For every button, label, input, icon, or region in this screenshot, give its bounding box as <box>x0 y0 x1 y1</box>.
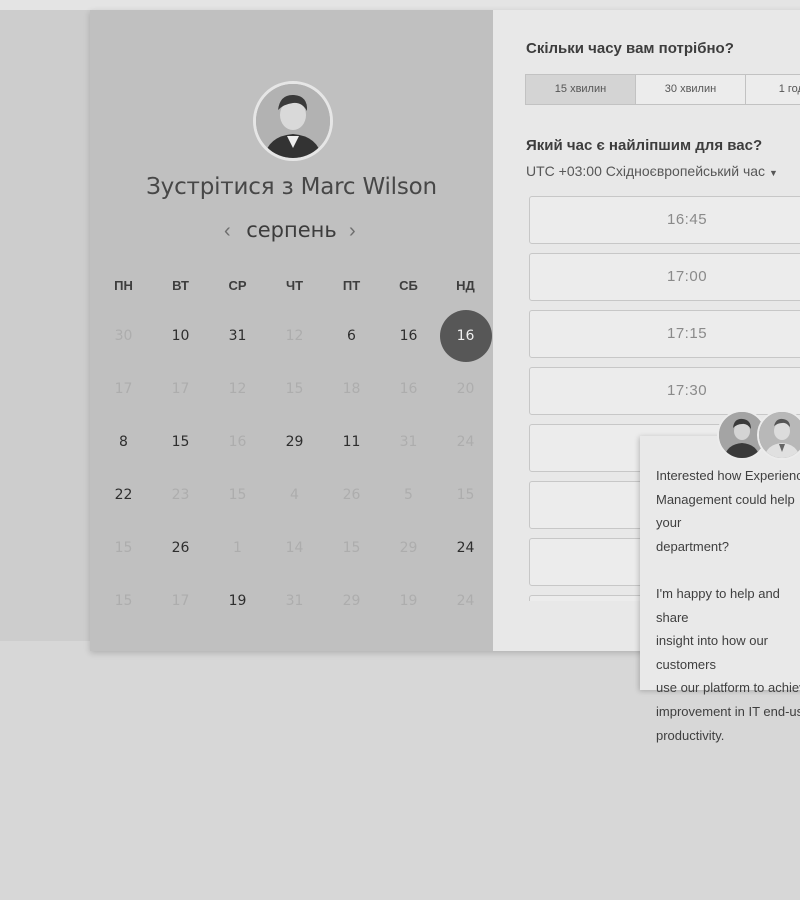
weekday-label: ПН <box>114 278 133 293</box>
calendar-day: 29 <box>399 540 418 556</box>
calendar-days-grid: 30 10 31 12 6 16 16 17 17 12 15 18 16 20 8 15 16 29 11 31 24… <box>95 310 494 640</box>
calendar-day: 24 <box>456 593 475 609</box>
calendar-day: 15 <box>456 487 475 503</box>
weekday-label: НД <box>456 278 475 293</box>
time-slot-button[interactable]: 17:30 <box>529 367 800 415</box>
scheduling-page: Зустрітися з Marc Wilson серпень ‹ › ПН В… <box>0 0 800 900</box>
calendar-day: 16 <box>399 381 418 397</box>
organizer-avatar <box>253 81 333 161</box>
month-navigator: серпень ‹ › <box>90 218 493 248</box>
calendar-day-selected[interactable]: 16 <box>439 310 492 362</box>
calendar-day: 15 <box>114 593 133 609</box>
calendar-day[interactable]: 26 <box>155 522 207 574</box>
calendar-day: 15 <box>285 381 304 397</box>
calendar-day: 17 <box>171 381 190 397</box>
calendar-day: 14 <box>285 540 304 556</box>
calendar-day: 15 <box>342 540 361 556</box>
calendar-day[interactable]: 11 <box>326 416 378 468</box>
calendar-day[interactable]: 16 <box>383 310 435 362</box>
meet-with-title: Зустрітися з Marc Wilson <box>90 174 493 200</box>
duration-question: Скільки часу вам потрібно? <box>526 40 734 57</box>
time-slot-button[interactable]: 17:15 <box>529 310 800 358</box>
calendar-day: 16 <box>228 434 247 450</box>
organizer-name: Marc Wilson <box>300 174 437 200</box>
calendar-day: 5 <box>404 487 413 503</box>
time-question: Який час є найліпшим для вас? <box>526 137 763 154</box>
duration-option[interactable]: 1 година <box>745 74 800 105</box>
calendar-day[interactable]: 8 <box>98 416 150 468</box>
chat-message: Interested how Experience Management cou… <box>656 468 800 743</box>
meet-title-prefix: Зустрітися з <box>146 174 294 200</box>
timezone-selector[interactable]: UTC +03:00 Східноєвропейський час ▼ <box>526 163 778 179</box>
calendar-day: 17 <box>171 593 190 609</box>
top-strip <box>0 0 800 10</box>
calendar-day: 15 <box>114 540 133 556</box>
calendar-day[interactable]: 22 <box>98 469 150 521</box>
time-slot-button[interactable]: 16:45 <box>529 196 800 244</box>
calendar-day: 17 <box>114 381 133 397</box>
weekday-label: ПТ <box>342 278 361 293</box>
calendar-day: 24 <box>456 434 475 450</box>
chat-agent-avatars <box>717 410 800 460</box>
calendar-day[interactable]: 19 <box>212 575 264 627</box>
calendar-day: 12 <box>285 328 304 344</box>
weekday-label: СБ <box>399 278 418 293</box>
calendar-day: 4 <box>290 487 299 503</box>
calendar-day: 31 <box>285 593 304 609</box>
caret-down-icon: ▼ <box>769 168 778 178</box>
calendar-day[interactable]: 31 <box>212 310 264 362</box>
calendar-day[interactable]: 10 <box>155 310 207 362</box>
calendar-day[interactable]: 29 <box>269 416 321 468</box>
calendar-day[interactable]: 15 <box>155 416 207 468</box>
time-slot-button[interactable]: 17:00 <box>529 253 800 301</box>
calendar-day: 1 <box>233 540 242 556</box>
calendar-day[interactable]: 24 <box>440 522 492 574</box>
calendar-day: 30 <box>114 328 133 344</box>
calendar-day: 20 <box>456 381 475 397</box>
weekday-label: СР <box>228 278 247 293</box>
calendar-day: 18 <box>342 381 361 397</box>
calendar-day: 19 <box>399 593 418 609</box>
duration-tabs: 15 хвилин30 хвилин1 година <box>525 74 800 105</box>
calendar-day: 15 <box>228 487 247 503</box>
calendar-panel: Зустрітися з Marc Wilson серпень ‹ › ПН В… <box>90 10 493 651</box>
calendar-day: 12 <box>228 381 247 397</box>
calendar-day: 29 <box>342 593 361 609</box>
chevron-right-icon[interactable]: › <box>349 220 356 243</box>
page-backdrop <box>0 10 90 641</box>
person-photo-icon <box>759 412 800 458</box>
person-photo-icon <box>256 84 330 158</box>
calendar-day: 31 <box>399 434 418 450</box>
calendar-day: 26 <box>342 487 361 503</box>
chevron-left-icon[interactable]: ‹ <box>224 220 231 243</box>
weekday-label: ЧТ <box>285 278 304 293</box>
month-label: серпень <box>246 218 337 242</box>
calendar-day: 23 <box>171 487 190 503</box>
duration-option[interactable]: 30 хвилин <box>635 74 746 105</box>
agent-avatar-2 <box>757 410 800 460</box>
duration-option[interactable]: 15 хвилин <box>525 74 636 105</box>
timezone-label: UTC +03:00 Східноєвропейський час <box>526 163 766 179</box>
weekday-header: ПН ВТ СР ЧТ ПТ СБ НД <box>95 278 494 298</box>
chat-popup[interactable]: Interested how Experience Management cou… <box>640 436 800 743</box>
weekday-label: ВТ <box>172 278 189 293</box>
calendar-day[interactable]: 6 <box>326 310 378 362</box>
